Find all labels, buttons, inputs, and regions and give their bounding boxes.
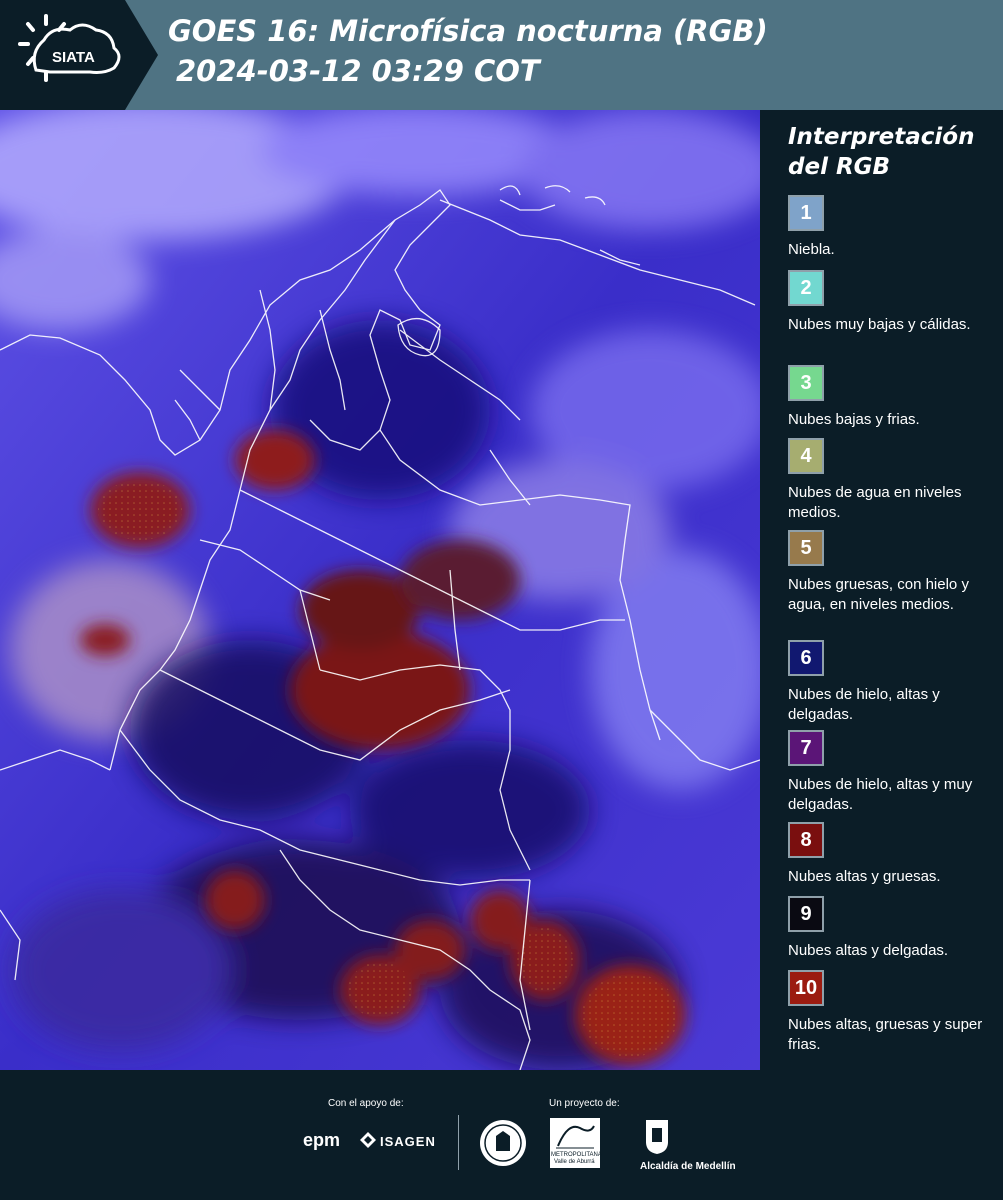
legend-swatch: 5 [788,530,824,566]
project-label: Un proyecto de: [549,1098,620,1109]
legend-swatch: 9 [788,896,824,932]
isagen-icon [360,1132,376,1148]
legend-swatch: 3 [788,365,824,401]
legend-swatch: 8 [788,822,824,858]
legend-label: Nubes altas y gruesas. [788,868,941,885]
legend-swatch: 2 [788,270,824,306]
legend-item: 3 Nubes bajas y frias. [788,365,998,430]
medellin-seal-icon [478,1118,528,1168]
legend-item: 8 Nubes altas y gruesas. [788,822,998,887]
epm-logo: epm [303,1130,341,1150]
page-root: SIATA GOES 16: Microfísica nocturna (RGB… [0,0,1003,1200]
legend-label: Nubes altas y delgadas. [788,942,949,959]
title-line-1: GOES 16: Microfísica nocturna (RGB) [168,14,768,48]
legend-swatch: 7 [788,730,824,766]
legend-item: 5 Nubes gruesas, con hielo y agua, en ni… [788,530,998,615]
metro-line-2: Valle de Aburrá [554,1159,595,1165]
title-line-2: 2024-03-12 03:29 COT [176,54,540,88]
legend-title: Interpretación del RGB [788,124,975,180]
header-bar: SIATA GOES 16: Microfísica nocturna (RGB… [0,0,1003,110]
legend-swatch: 6 [788,640,824,676]
alcaldia-label: Alcaldía de Medellín [640,1161,736,1172]
legend-panel: Interpretación del RGB 1 Niebla. 2 Nubes… [760,110,1003,1070]
legend-swatch: 1 [788,195,824,231]
footer-bar: Con el apoyo de: Un proyecto de: epm ISA… [0,1070,1003,1200]
divider [458,1115,459,1170]
metro-line-1: METROPOLITANA [551,1152,602,1158]
legend-item: 1 Niebla. [788,195,998,260]
alcaldia-shield-icon [644,1118,670,1156]
support-label: Con el apoyo de: [328,1098,404,1109]
legend-label: Nubes bajas y frias. [788,411,920,428]
legend-label: Nubes de hielo, altas y delgadas. [788,686,940,723]
legend-label: Nubes muy bajas y cálidas. [788,316,971,333]
legend-label: Niebla. [788,241,835,258]
legend-label: Nubes de hielo, altas y muy delgadas. [788,776,973,813]
legend-label: Nubes altas, gruesas y super frias. [788,1016,983,1053]
legend-swatch: 4 [788,438,824,474]
legend-item: 6 Nubes de hielo, altas y delgadas. [788,640,998,725]
legend-label: Nubes de agua en niveles medios. [788,484,962,521]
satellite-map-image [0,110,760,1070]
isagen-logo: ISAGEN [380,1134,436,1149]
legend-item: 4 Nubes de agua en niveles medios. [788,438,998,523]
siata-logo: SIATA [0,0,158,110]
legend-item: 10 Nubes altas, gruesas y super frias. [788,970,998,1055]
legend-label: Nubes gruesas, con hielo y agua, en nive… [788,576,969,613]
legend-item: 9 Nubes altas y delgadas. [788,896,998,961]
area-metropolitana-logo: METROPOLITANA Valle de Aburrá [550,1118,602,1168]
legend-item: 7 Nubes de hielo, altas y muy delgadas. [788,730,998,815]
satellite-map[interactable] [0,110,760,1070]
logo-text: SIATA [52,49,95,66]
legend-item: 2 Nubes muy bajas y cálidas. [788,270,998,335]
legend-swatch: 10 [788,970,824,1006]
